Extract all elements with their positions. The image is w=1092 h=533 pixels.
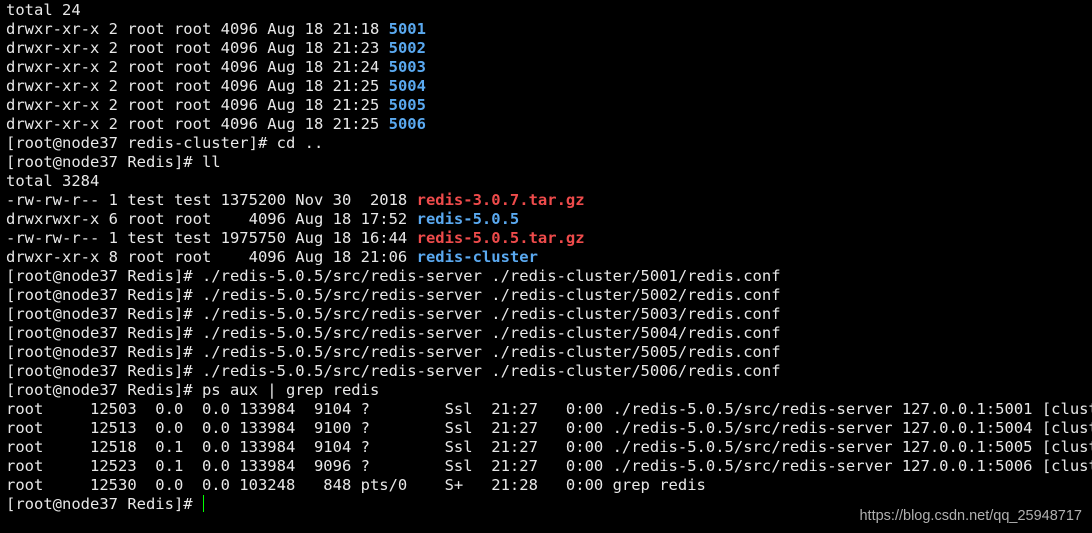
line-text: [root@node37 Redis]# ll [6,153,221,171]
watermark: https://blog.csdn.net/qq_25948717 [859,508,1082,524]
line-text: -rw-rw-r-- 1 test test 1975750 Aug 18 16… [6,229,417,247]
shell-prompt: [root@node37 Redis]# [6,495,202,513]
line-text: [root@node37 Redis]# ps aux | grep redis [6,381,380,399]
terminal-line: drwxr-xr-x 2 root root 4096 Aug 18 21:25… [6,96,1092,115]
terminal-line: [root@node37 Redis]# ./redis-5.0.5/src/r… [6,286,1092,305]
terminal-line: drwxr-xr-x 2 root root 4096 Aug 18 21:23… [6,39,1092,58]
archive-file-name: redis-3.0.7.tar.gz [416,191,585,209]
terminal-line: drwxr-xr-x 2 root root 4096 Aug 18 21:25… [6,77,1092,96]
directory-name: redis-5.0.5 [416,210,520,228]
line-text: [root@node37 Redis]# ./redis-5.0.5/src/r… [6,324,781,342]
terminal-line: [root@node37 Redis]# ./redis-5.0.5/src/r… [6,362,1092,381]
line-text: [root@node37 redis-cluster]# cd .. [6,134,324,152]
terminal-line: [root@node37 Redis]# ./redis-5.0.5/src/r… [6,343,1092,362]
terminal-line: [root@node37 Redis]# ./redis-5.0.5/src/r… [6,324,1092,343]
line-text: root 12513 0.0 0.0 133984 9100 ? Ssl 21:… [6,419,1092,437]
archive-file-name: redis-5.0.5.tar.gz [416,229,585,247]
line-text: drwxrwxr-x 6 root root 4096 Aug 18 17:52 [6,210,417,228]
terminal-line: drwxrwxr-x 6 root root 4096 Aug 18 17:52… [6,210,1092,229]
line-text: root 12530 0.0 0.0 103248 848 pts/0 S+ 2… [6,476,706,494]
line-text: total 24 [6,1,81,19]
terminal-line: drwxr-xr-x 2 root root 4096 Aug 18 21:25… [6,115,1092,134]
terminal-line: total 3284 [6,172,1092,191]
directory-name: 5002 [388,39,426,57]
directory-name: redis-cluster [416,248,538,266]
line-text: root 12503 0.0 0.0 133984 9104 ? Ssl 21:… [6,400,1092,418]
terminal-line: root 12503 0.0 0.0 133984 9104 ? Ssl 21:… [6,400,1092,419]
line-text: root 12523 0.1 0.0 133984 9096 ? Ssl 21:… [6,457,1092,475]
line-text: -rw-rw-r-- 1 test test 1375200 Nov 30 20… [6,191,417,209]
terminal-line: [root@node37 Redis]# ps aux | grep redis [6,381,1092,400]
line-text: drwxr-xr-x 2 root root 4096 Aug 18 21:23 [6,39,389,57]
line-text: root 12518 0.1 0.0 133984 9104 ? Ssl 21:… [6,438,1092,456]
line-text: drwxr-xr-x 2 root root 4096 Aug 18 21:24 [6,58,389,76]
terminal-line: total 24 [6,1,1092,20]
terminal-line: [root@node37 Redis]# ./redis-5.0.5/src/r… [6,305,1092,324]
terminal-line: root 12523 0.1 0.0 133984 9096 ? Ssl 21:… [6,457,1092,476]
line-text: drwxr-xr-x 2 root root 4096 Aug 18 21:18 [6,20,389,38]
line-text: drwxr-xr-x 2 root root 4096 Aug 18 21:25 [6,96,389,114]
terminal-line: drwxr-xr-x 2 root root 4096 Aug 18 21:18… [6,20,1092,39]
line-text: [root@node37 Redis]# ./redis-5.0.5/src/r… [6,343,781,361]
line-text: drwxr-xr-x 2 root root 4096 Aug 18 21:25 [6,115,389,133]
directory-name: 5004 [388,77,426,95]
terminal-line: -rw-rw-r-- 1 test test 1975750 Aug 18 16… [6,229,1092,248]
terminal-line: drwxr-xr-x 8 root root 4096 Aug 18 21:06… [6,248,1092,267]
terminal-line: [root@node37 redis-cluster]# cd .. [6,134,1092,153]
terminal-line: root 12530 0.0 0.0 103248 848 pts/0 S+ 2… [6,476,1092,495]
terminal-line: root 12518 0.1 0.0 133984 9104 ? Ssl 21:… [6,438,1092,457]
line-text: [root@node37 Redis]# ./redis-5.0.5/src/r… [6,267,781,285]
terminal-output[interactable]: total 24 drwxr-xr-x 2 root root 4096 Aug … [6,1,1092,514]
terminal-line: [root@node37 Redis]# ll [6,153,1092,172]
terminal-line: drwxr-xr-x 2 root root 4096 Aug 18 21:24… [6,58,1092,77]
terminal-line: root 12513 0.0 0.0 133984 9100 ? Ssl 21:… [6,419,1092,438]
terminal-line: -rw-rw-r-- 1 test test 1375200 Nov 30 20… [6,191,1092,210]
line-text: drwxr-xr-x 8 root root 4096 Aug 18 21:06 [6,248,417,266]
line-text: drwxr-xr-x 2 root root 4096 Aug 18 21:25 [6,77,389,95]
directory-name: 5006 [388,115,426,133]
line-text: [root@node37 Redis]# ./redis-5.0.5/src/r… [6,286,781,304]
directory-name: 5001 [388,20,426,38]
line-text: total 3284 [6,172,100,190]
line-text: [root@node37 Redis]# ./redis-5.0.5/src/r… [6,362,781,380]
line-text: [root@node37 Redis]# ./redis-5.0.5/src/r… [6,305,781,323]
text-cursor [202,495,204,512]
directory-name: 5003 [388,58,426,76]
terminal-line: [root@node37 Redis]# ./redis-5.0.5/src/r… [6,267,1092,286]
directory-name: 5005 [388,96,426,114]
